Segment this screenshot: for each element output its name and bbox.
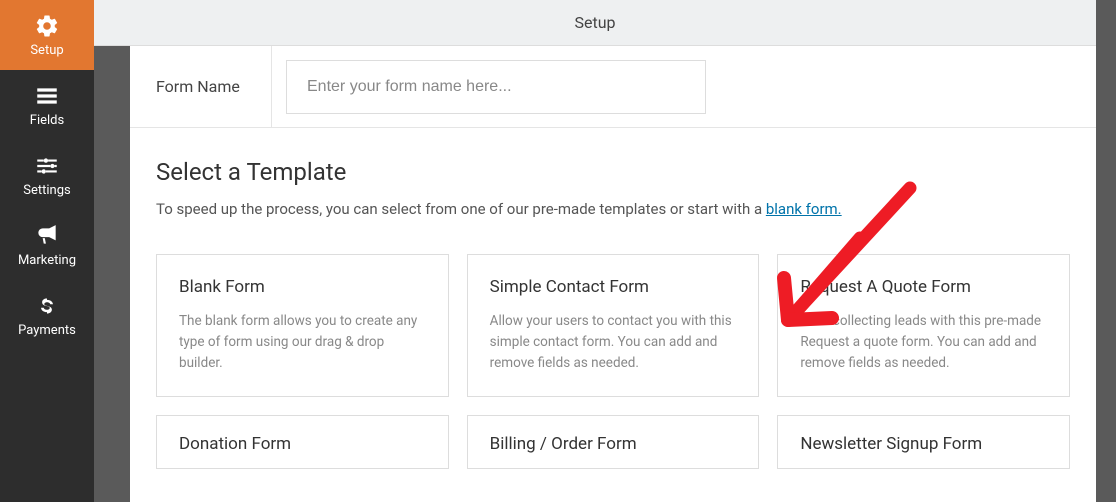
template-desc-text: To speed up the process, you can select …	[156, 200, 766, 218]
template-card-desc: Allow your users to contact you with thi…	[490, 311, 737, 374]
sidebar-item-label: Setup	[30, 43, 63, 58]
template-card-title: Donation Form	[179, 434, 426, 454]
sidebar-item-marketing[interactable]: Marketing	[0, 210, 94, 280]
page-title: Setup	[574, 13, 615, 32]
app-root: Setup Fields Settings Marketing Payments…	[0, 0, 1116, 502]
template-card-desc: Start collecting leads with this pre-mad…	[800, 311, 1047, 374]
template-card-request-quote[interactable]: Request A Quote Form Start collecting le…	[777, 254, 1070, 397]
form-name-input-wrap	[272, 60, 1096, 114]
form-name-input[interactable]	[286, 60, 706, 114]
sidebar: Setup Fields Settings Marketing Payments	[0, 0, 94, 502]
sidebar-item-fields[interactable]: Fields	[0, 70, 94, 140]
template-card-simple-contact[interactable]: Simple Contact Form Allow your users to …	[467, 254, 760, 397]
template-card-newsletter[interactable]: Newsletter Signup Form	[777, 415, 1070, 469]
template-card-desc: The blank form allows you to create any …	[179, 311, 426, 374]
sidebar-item-setup[interactable]: Setup	[0, 0, 94, 70]
template-card-title: Billing / Order Form	[490, 434, 737, 454]
template-section-title: Select a Template	[156, 158, 1070, 186]
form-name-label: Form Name	[130, 46, 272, 127]
template-card-title: Simple Contact Form	[490, 277, 737, 297]
sidebar-item-label: Payments	[18, 323, 76, 338]
list-icon	[34, 83, 60, 109]
sidebar-item-label: Fields	[30, 113, 64, 128]
sidebar-item-label: Marketing	[18, 253, 76, 268]
template-card-title: Newsletter Signup Form	[800, 434, 1047, 454]
gear-icon	[34, 13, 60, 39]
content-panel: Form Name Select a Template To speed up …	[130, 46, 1096, 502]
template-card-billing[interactable]: Billing / Order Form	[467, 415, 760, 469]
template-card-title: Blank Form	[179, 277, 426, 297]
sidebar-item-payments[interactable]: Payments	[0, 280, 94, 350]
sliders-icon	[34, 153, 60, 179]
sidebar-item-label: Settings	[23, 183, 70, 198]
template-card-title: Request A Quote Form	[800, 277, 1047, 297]
template-section-desc: To speed up the process, you can select …	[156, 200, 1070, 218]
bullhorn-icon	[34, 223, 60, 249]
template-card-donation[interactable]: Donation Form	[156, 415, 449, 469]
blank-form-link[interactable]: blank form.	[766, 200, 842, 218]
form-name-row: Form Name	[130, 46, 1096, 128]
template-card-blank[interactable]: Blank Form The blank form allows you to …	[156, 254, 449, 397]
sidebar-item-settings[interactable]: Settings	[0, 140, 94, 210]
template-section: Select a Template To speed up the proces…	[130, 128, 1096, 218]
main-area: Setup Form Name Select a Template To spe…	[94, 0, 1116, 502]
dollar-icon	[34, 293, 60, 319]
template-grid: Blank Form The blank form allows you to …	[130, 218, 1096, 469]
page-header: Setup	[94, 0, 1096, 46]
